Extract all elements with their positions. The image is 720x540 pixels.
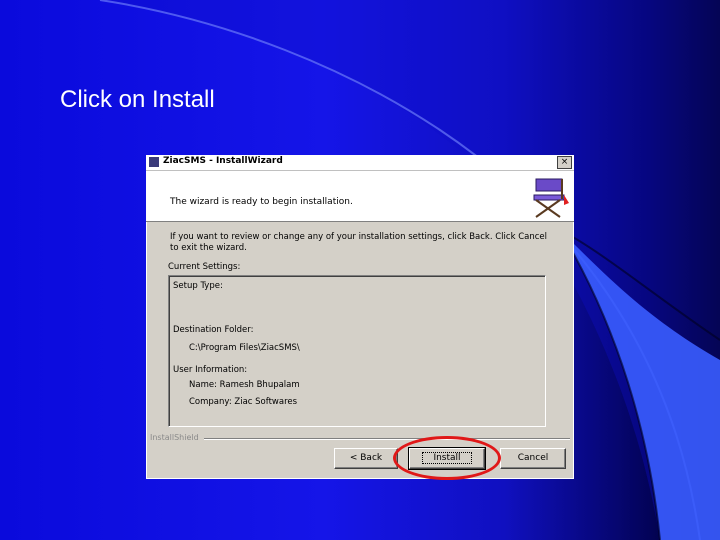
user-company: Company: Ziac Softwares [189,397,298,407]
install-highlight-circle [393,436,501,480]
current-settings-box: Setup Type: Destination Folder: C:\Progr… [168,275,546,427]
footer-divider [204,438,570,440]
current-settings-label: Current Settings: [168,262,241,272]
user-name: Name: Ramesh Bhupalam [189,380,300,390]
user-information-label: User Information: [173,365,248,375]
install-wizard-dialog: ZiacSMS - InstallWizard × The wizard is … [146,155,574,479]
instruction-text: If you want to review or change any of y… [170,232,547,253]
destination-folder-label: Destination Folder: [173,325,254,335]
close-button[interactable]: × [557,156,572,169]
app-icon [149,157,159,167]
banner-text: The wizard is ready to begin installatio… [170,197,353,207]
slide-title: Click on Install [60,86,215,113]
back-button[interactable]: < Back [334,448,398,469]
destination-folder-path: C:\Program Files\ZiacSMS\ [189,343,300,353]
directors-chair-icon [533,178,569,218]
setup-type-label: Setup Type: [173,281,223,291]
installshield-brand: InstallShield [150,433,199,442]
dialog-titlebar[interactable]: ZiacSMS - InstallWizard × [146,155,574,171]
dialog-banner: The wizard is ready to begin installatio… [146,171,574,222]
dialog-title: ZiacSMS - InstallWizard [163,156,283,166]
cancel-button[interactable]: Cancel [500,448,566,469]
